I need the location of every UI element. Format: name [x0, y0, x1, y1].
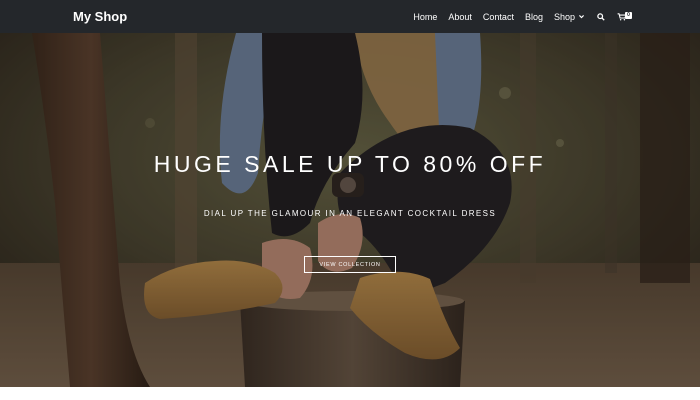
- nav-contact[interactable]: Contact: [483, 12, 514, 22]
- search-button[interactable]: [597, 12, 605, 21]
- cart-button[interactable]: 0: [617, 11, 632, 21]
- search-icon: [597, 12, 605, 21]
- page-bottom-strip: [0, 387, 700, 400]
- cart-count-badge: 0: [625, 11, 632, 19]
- hero-title: HUGE SALE UP TO 80% OFF: [153, 151, 547, 177]
- chevron-down-icon: [579, 15, 584, 19]
- nav-shop-label: Shop: [553, 11, 575, 22]
- hero-banner: HUGE SALE UP TO 80% OFF DIAL UP THE GLAM…: [0, 33, 700, 387]
- hero-subtitle: DIAL UP THE GLAMOUR IN AN ELEGANT COCKTA…: [203, 209, 497, 218]
- brand-logo-link[interactable]: My Shop: [73, 0, 127, 33]
- nav-home[interactable]: Home: [413, 12, 437, 22]
- top-navbar: My Shop Home About Contact Blog Shop 0: [0, 0, 700, 33]
- view-collection-button[interactable]: VIEW COLLECTION: [304, 256, 396, 273]
- nav-blog[interactable]: Blog: [525, 12, 543, 22]
- nav-shop-dropdown[interactable]: Shop: [554, 12, 585, 22]
- nav-about[interactable]: About: [448, 12, 472, 22]
- main-menu: Home About Contact Blog Shop 0: [402, 0, 632, 33]
